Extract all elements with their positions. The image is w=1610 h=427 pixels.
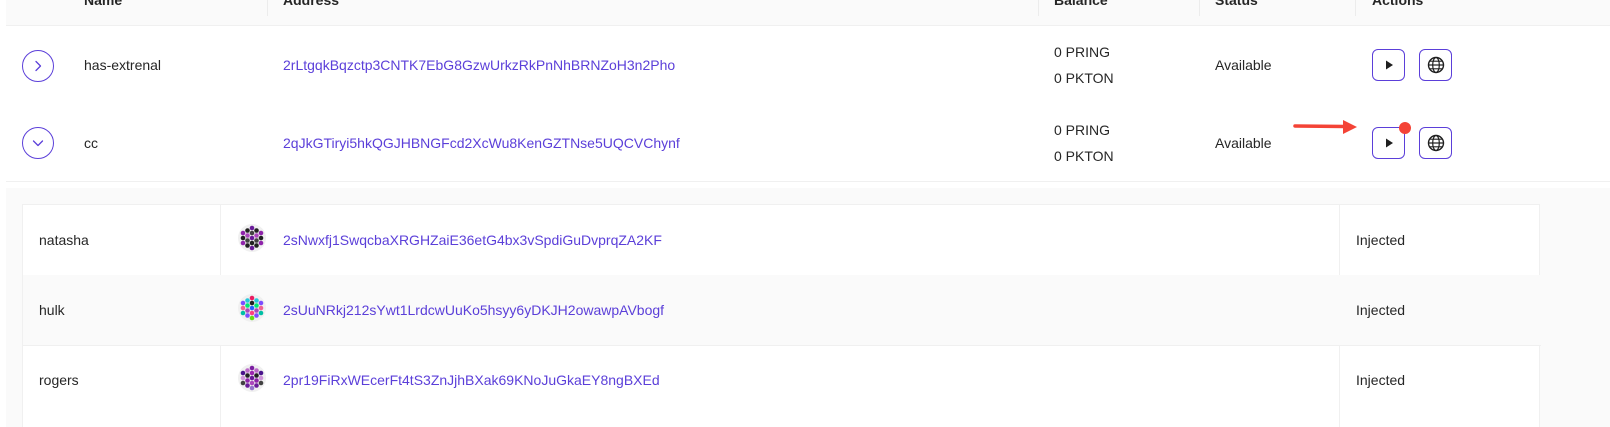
member-row: natasha 2sNwxfj1SwqcbaXRGHZaiE36etG4bx3v… xyxy=(23,205,1541,276)
member-row: rogers 2pr19FiRxWEcerFt4tS3ZnJjhBXak69KN… xyxy=(23,345,1541,427)
header-divider xyxy=(1355,0,1356,16)
identicon-avatar xyxy=(238,364,266,392)
header-name: Name xyxy=(84,0,123,8)
expanded-members-panel: natasha 2sNwxfj1SwqcbaXRGHZaiE36etG4bx3v… xyxy=(6,188,1610,427)
header-balance: Balance xyxy=(1054,0,1108,8)
members-table: natasha 2sNwxfj1SwqcbaXRGHZaiE36etG4bx3v… xyxy=(22,204,1541,427)
member-address-link[interactable]: 2sUuNRkj212sYwt1LrdcwUuKo5hsyy6yDKJH2owa… xyxy=(283,302,664,318)
header-address: Address xyxy=(283,0,340,8)
header-divider xyxy=(1199,0,1200,16)
member-address-link[interactable]: 2sNwxfj1SwqcbaXRGHZaiE36etG4bx3vSpdiGuDv… xyxy=(283,232,662,248)
globe-icon xyxy=(1427,56,1444,74)
annotation-dot xyxy=(1399,122,1411,134)
balance-kton: 0 PKTON xyxy=(1054,148,1114,164)
member-name: rogers xyxy=(39,372,79,388)
account-address-link[interactable]: 2qJkGTiryi5hkQGJHBNGFcd2XcWu8KenGZTNse5U… xyxy=(283,135,680,151)
multisig-accounts-page: Name Address Balance Status Actions has-… xyxy=(0,0,1610,427)
header-status: Status xyxy=(1215,0,1258,8)
identicon-avatar xyxy=(238,294,266,322)
header-actions: Actions xyxy=(1372,0,1424,8)
identicon-avatar xyxy=(238,224,266,252)
member-name: hulk xyxy=(39,302,65,318)
balance-ring: 0 PRING xyxy=(1054,44,1111,60)
annotation-arrow-icon xyxy=(1293,120,1357,134)
explorer-button[interactable] xyxy=(1419,49,1452,81)
member-status: Injected xyxy=(1356,302,1406,318)
account-name: has-extrenal xyxy=(84,57,162,73)
globe-icon xyxy=(1427,134,1444,152)
status-text: Available xyxy=(1215,135,1272,151)
member-row: hulk 2sUuNRkj212sYwt1LrdcwUuKo5hsyy6yDKJ… xyxy=(23,275,1541,346)
table-row: has-extrenal 2rLtgqkBqzctp3CNTK7EbG8GzwU… xyxy=(6,26,1610,106)
table-row: cc 2qJkGTiryi5hkQGJHBNGFcd2XcWu8KenGZTNs… xyxy=(6,104,1610,182)
transfer-button[interactable] xyxy=(1372,49,1405,81)
header-divider xyxy=(267,0,268,16)
balance-ring: 0 PRING xyxy=(1054,122,1111,138)
member-address-link[interactable]: 2pr19FiRxWEcerFt4tS3ZnJjhBXak69KNoJuGkaE… xyxy=(283,372,660,388)
member-status: Injected xyxy=(1356,232,1406,248)
chevron-down-icon xyxy=(32,140,44,147)
explorer-button[interactable] xyxy=(1419,127,1452,159)
status-text: Available xyxy=(1215,57,1272,73)
chevron-right-icon xyxy=(35,60,42,72)
balance-kton: 0 PKTON xyxy=(1054,70,1114,86)
expand-row-button[interactable] xyxy=(22,50,54,82)
collapse-row-button[interactable] xyxy=(22,127,54,159)
member-name: natasha xyxy=(39,232,89,248)
table-header: Name Address Balance Status Actions xyxy=(6,0,1610,26)
account-name: cc xyxy=(84,135,98,151)
header-divider xyxy=(1038,0,1039,16)
play-icon xyxy=(1385,60,1393,70)
member-status: Injected xyxy=(1356,372,1406,388)
account-address-link[interactable]: 2rLtgqkBqzctp3CNTK7EbG8GzwUrkzRkPnNhBRNZ… xyxy=(283,57,675,73)
play-icon xyxy=(1385,138,1393,148)
